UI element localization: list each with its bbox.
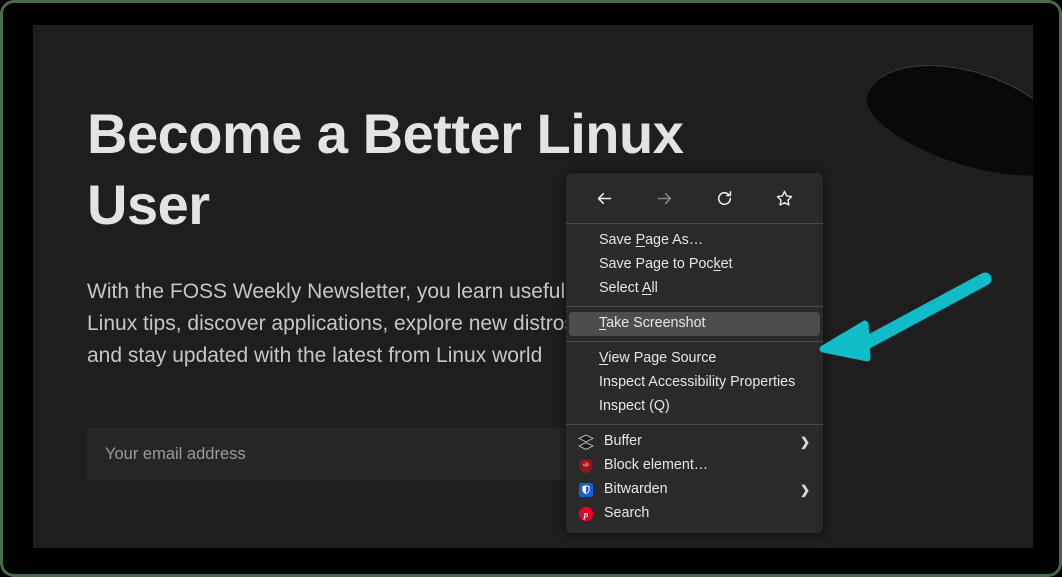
reload-button[interactable] bbox=[708, 183, 742, 213]
menu-item-label: Buffer bbox=[604, 433, 642, 450]
svg-text:uO: uO bbox=[583, 462, 588, 467]
outer-frame: Become a Better Linux User With the FOSS… bbox=[0, 0, 1062, 577]
forward-button[interactable] bbox=[647, 183, 681, 213]
ublock-origin-shield-icon: uO bbox=[577, 458, 594, 475]
email-input[interactable] bbox=[87, 428, 569, 480]
star-icon bbox=[775, 189, 794, 208]
reload-icon bbox=[715, 189, 734, 208]
menu-item-save-page-to-pocket[interactable]: Save Page to Pocket bbox=[569, 253, 820, 277]
context-menu-nav-row bbox=[566, 173, 823, 223]
menu-item-label: View Page Source bbox=[599, 350, 717, 367]
bitwarden-shield-icon bbox=[577, 482, 594, 499]
browser-context-menu[interactable]: Save Page As… Save Page to Pocket Select… bbox=[566, 173, 823, 533]
menu-item-label: Block element… bbox=[604, 457, 709, 474]
webpage-content: Become a Better Linux User With the FOSS… bbox=[33, 25, 1033, 548]
menu-item-label: Inspect (Q) bbox=[599, 398, 670, 415]
menu-item-label: Bitwarden bbox=[604, 481, 668, 498]
menu-item-select-all[interactable]: Select All bbox=[569, 277, 820, 301]
bookmark-button[interactable] bbox=[768, 183, 802, 213]
menu-item-buffer[interactable]: Buffer ❯ bbox=[569, 430, 820, 454]
chevron-right-icon: ❯ bbox=[799, 483, 810, 497]
menu-item-bitwarden[interactable]: Bitwarden ❯ bbox=[569, 478, 820, 502]
menu-item-label: Take Screenshot bbox=[599, 315, 706, 332]
menu-item-label: Save Page As… bbox=[599, 232, 704, 249]
menu-group-screenshot: Take Screenshot bbox=[566, 307, 823, 341]
menu-group-develop: View Page Source Inspect Accessibility P… bbox=[566, 342, 823, 424]
svg-text:p: p bbox=[582, 511, 588, 521]
forward-arrow-icon bbox=[655, 189, 674, 208]
menu-item-inspect[interactable]: Inspect (Q) bbox=[569, 395, 820, 419]
menu-item-label: Save Page to Pocket bbox=[599, 256, 733, 273]
black-backdrop: Become a Better Linux User With the FOSS… bbox=[3, 3, 1059, 574]
back-button[interactable] bbox=[587, 183, 621, 213]
menu-item-label: Search bbox=[604, 505, 650, 522]
pinterest-icon: p bbox=[577, 506, 594, 523]
menu-item-search[interactable]: p Search bbox=[569, 502, 820, 526]
menu-item-take-screenshot[interactable]: Take Screenshot bbox=[569, 312, 820, 336]
hero-description: With the FOSS Weekly Newsletter, you lea… bbox=[87, 280, 575, 367]
menu-item-inspect-accessibility-properties[interactable]: Inspect Accessibility Properties bbox=[569, 371, 820, 395]
decorative-leaf-shape bbox=[855, 42, 1033, 196]
menu-item-label: Inspect Accessibility Properties bbox=[599, 374, 796, 391]
menu-item-view-page-source[interactable]: View Page Source bbox=[569, 347, 820, 371]
chevron-right-icon: ❯ bbox=[799, 435, 810, 449]
menu-group-save: Save Page As… Save Page to Pocket Select… bbox=[566, 224, 823, 306]
menu-item-save-page-as[interactable]: Save Page As… bbox=[569, 229, 820, 253]
menu-group-extensions: Buffer ❯ uO Block element… Bitwarden ❯ p… bbox=[566, 425, 823, 531]
menu-item-block-element[interactable]: uO Block element… bbox=[569, 454, 820, 478]
buffer-layers-icon bbox=[577, 434, 594, 451]
back-arrow-icon bbox=[595, 189, 614, 208]
menu-item-label: Select All bbox=[599, 280, 658, 297]
